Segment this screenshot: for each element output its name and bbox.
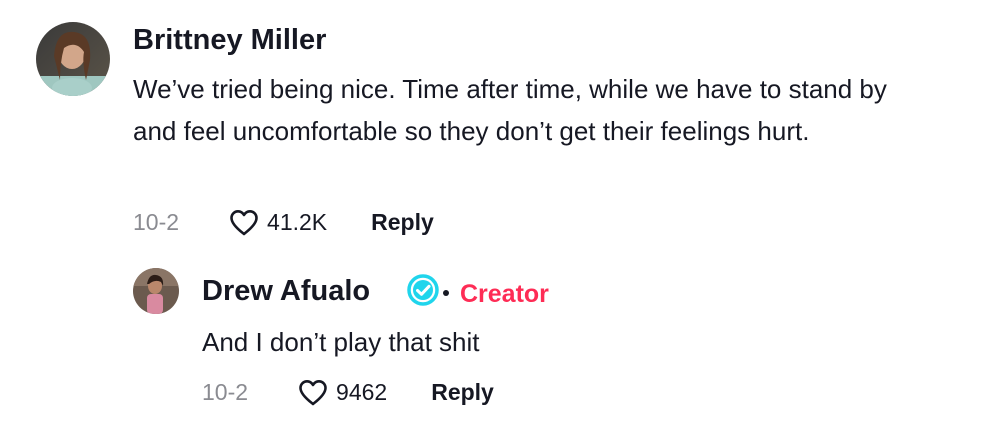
comment-meta: 10-2 41.2K Reply: [133, 204, 434, 240]
like-count: 41.2K: [267, 208, 328, 235]
reply-like-button[interactable]: 9462: [298, 379, 387, 406]
reply-like-count: 9462: [336, 378, 388, 405]
reply-button[interactable]: Reply: [371, 209, 434, 236]
reply-text: And I don’t play that shit: [202, 327, 480, 357]
comment-username[interactable]: Brittney Miller: [133, 24, 326, 57]
heart-outline-icon[interactable]: [229, 209, 259, 236]
heart-outline-icon[interactable]: [298, 379, 328, 406]
reply-meta: 10-2 9462 Reply: [202, 374, 494, 410]
comment-date: 10-2: [133, 208, 180, 235]
like-button[interactable]: 41.2K: [229, 209, 327, 236]
reply-reply-button[interactable]: Reply: [431, 379, 494, 406]
reply-username[interactable]: Drew Afualo: [202, 275, 370, 308]
separator-dot: [443, 290, 449, 296]
reply-date: 10-2: [202, 378, 249, 405]
avatar[interactable]: [36, 22, 110, 96]
reply-avatar[interactable]: [133, 268, 179, 314]
creator-badge: Creator: [460, 280, 549, 308]
comment-text: We’ve tried being nice. Time after time,…: [133, 74, 887, 146]
verified-badge-icon: [407, 274, 439, 306]
